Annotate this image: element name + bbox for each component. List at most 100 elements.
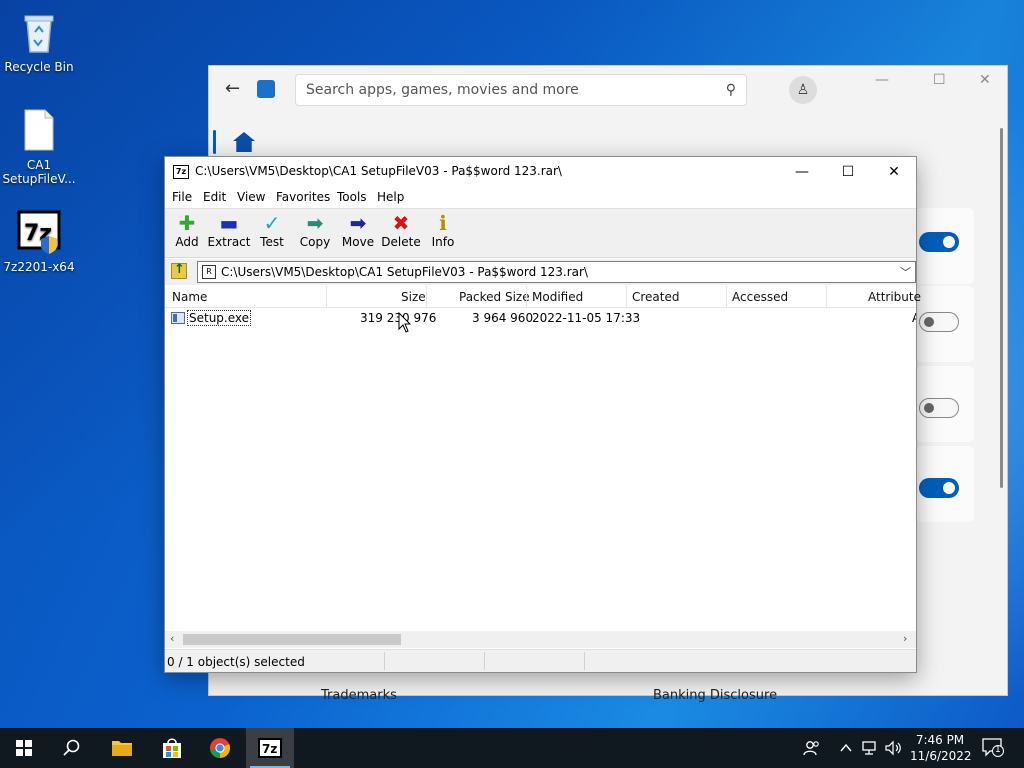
move-label: Move: [341, 235, 375, 249]
desktop-icon-ca1-setup[interactable]: CA1 SetupFileV...: [2, 106, 76, 186]
col-accessed[interactable]: Accessed: [732, 290, 788, 304]
add-label: Add: [175, 235, 199, 249]
toggle-switch-off[interactable]: [919, 312, 959, 332]
file-icon: [15, 106, 63, 154]
store-maximize-icon[interactable]: ☐: [933, 72, 946, 88]
home-icon: [233, 132, 255, 152]
mouse-cursor-icon: [398, 312, 412, 333]
file-list[interactable]: Name Size Packed Size Modified Created A…: [165, 286, 921, 631]
file-attributes: A: [912, 311, 916, 325]
desktop-icon-label: 7z2201-x64: [3, 260, 75, 274]
store-close-icon[interactable]: ✕: [979, 72, 991, 88]
maximize-button[interactable]: ☐: [825, 157, 871, 187]
7zip-window: 7z C:\Users\VM5\Desktop\CA1 SetupFileV03…: [164, 156, 921, 673]
status-text: 0 / 1 object(s) selected: [167, 655, 305, 669]
7zip-installer-icon: 7z: [15, 208, 63, 256]
clock-date: 11/6/2022: [910, 749, 972, 763]
col-name[interactable]: Name: [172, 290, 207, 304]
menu-edit[interactable]: Edit: [203, 190, 226, 204]
taskbar-search-button[interactable]: [48, 728, 96, 768]
col-attributes[interactable]: Attribute: [868, 290, 921, 304]
status-bar: 0 / 1 object(s) selected: [165, 649, 916, 672]
store-minimize-icon[interactable]: —: [875, 72, 889, 88]
move-button[interactable]: ➡ Move: [336, 211, 380, 249]
add-button[interactable]: ✚ Add: [165, 211, 209, 249]
back-arrow-icon[interactable]: ←: [225, 78, 240, 99]
chevron-down-icon[interactable]: ﹀: [900, 264, 911, 280]
desktop-icon-7zip-installer[interactable]: 7z 7z2201-x64: [2, 208, 76, 274]
title-bar[interactable]: 7z C:\Users\VM5\Desktop\CA1 SetupFileV03…: [165, 157, 916, 187]
toggle-switch-on[interactable]: [919, 478, 959, 498]
address-combobox[interactable]: R C:\Users\VM5\Desktop\CA1 SetupFileV03 …: [197, 261, 916, 283]
delete-button[interactable]: ✖ Delete: [379, 211, 423, 249]
extract-label: Extract: [207, 235, 251, 249]
account-avatar-icon[interactable]: ♙: [789, 76, 817, 104]
search-icon: [63, 739, 80, 756]
info-button[interactable]: ℹ Info: [421, 211, 465, 249]
copy-arrow-icon: ➡: [306, 211, 324, 235]
table-row[interactable]: Setup.exe 319 230 976 3 964 960 2022-11-…: [165, 308, 916, 328]
menu-view[interactable]: View: [237, 190, 265, 204]
horizontal-scrollbar[interactable]: ‹ ›: [165, 631, 916, 648]
minimize-button[interactable]: —: [779, 157, 825, 187]
windows-logo-icon: [16, 740, 32, 756]
file-name: Setup.exe: [187, 310, 252, 326]
address-path: C:\Users\VM5\Desktop\CA1 SetupFileV03 - …: [221, 265, 588, 279]
taskbar-file-explorer[interactable]: [98, 728, 146, 768]
check-icon: ✓: [263, 211, 281, 235]
footer-link-trademarks[interactable]: Trademarks: [321, 688, 397, 703]
move-arrow-icon: ➡: [349, 211, 367, 235]
menu-tools[interactable]: Tools: [337, 190, 367, 204]
search-icon[interactable]: ⚲: [726, 82, 736, 98]
menu-favorites[interactable]: Favorites: [276, 190, 330, 204]
folder-up-icon[interactable]: [171, 262, 187, 279]
menu-bar: File Edit View Favorites Tools Help: [165, 187, 916, 207]
copy-button[interactable]: ➡ Copy: [293, 211, 337, 249]
col-created[interactable]: Created: [632, 290, 680, 304]
scroll-left-icon[interactable]: ‹: [170, 632, 174, 645]
col-modified[interactable]: Modified: [532, 290, 583, 304]
toggle-switch-on[interactable]: [919, 232, 959, 252]
nav-home-indicator: [213, 130, 216, 154]
desktop-icon-recycle-bin[interactable]: Recycle Bin: [2, 8, 76, 74]
start-button[interactable]: [0, 728, 48, 768]
store-icon: [163, 738, 181, 758]
taskbar-7zip[interactable]: 7z: [246, 728, 294, 768]
store-search-input[interactable]: Search apps, games, movies and more ⚲: [295, 74, 747, 106]
footer-link-banking[interactable]: Banking Disclosure: [653, 688, 777, 703]
clock-time: 7:46 PM: [915, 733, 965, 747]
chrome-icon: [210, 738, 231, 759]
taskbar-chrome[interactable]: [196, 728, 244, 768]
store-scrollbar[interactable]: [1000, 128, 1003, 488]
folder-icon: [112, 741, 132, 756]
7zip-app-icon: 7z: [173, 165, 189, 179]
copy-label: Copy: [299, 235, 331, 249]
taskbar: 7z 7:46 PM 11/6/2022 1: [0, 728, 1024, 768]
address-bar: R C:\Users\VM5\Desktop\CA1 SetupFileV03 …: [165, 259, 916, 285]
close-button[interactable]: ✕: [871, 157, 917, 187]
file-modified: 2022-11-05 17:33: [532, 311, 641, 325]
scroll-right-icon[interactable]: ›: [903, 632, 907, 645]
file-packed-size: 3 964 960: [472, 311, 534, 325]
tray-clock[interactable]: 7:46 PM 11/6/2022: [910, 732, 972, 764]
recycle-bin-icon: [15, 8, 63, 56]
exe-file-icon: [171, 312, 185, 324]
archive-icon: R: [202, 265, 216, 279]
plus-icon: ✚: [178, 211, 196, 235]
test-button[interactable]: ✓ Test: [250, 211, 294, 249]
x-icon: ✖: [392, 211, 410, 235]
minus-icon: ▬: [219, 211, 239, 235]
menu-help[interactable]: Help: [377, 190, 404, 204]
store-search-placeholder: Search apps, games, movies and more: [306, 82, 579, 98]
info-label: Info: [431, 235, 455, 249]
toolbar: ✚ Add ▬ Extract ✓ Test ➡ Copy ➡ Move ✖ D…: [165, 208, 916, 258]
col-packed-size[interactable]: Packed Size: [459, 290, 530, 304]
col-size[interactable]: Size: [401, 290, 426, 304]
menu-file[interactable]: File: [172, 190, 192, 204]
toggle-switch-off[interactable]: [919, 398, 959, 418]
taskbar-store[interactable]: [148, 728, 196, 768]
7zip-icon: 7z: [258, 738, 282, 758]
extract-button[interactable]: ▬ Extract: [207, 211, 251, 249]
scrollbar-thumb[interactable]: [183, 634, 401, 645]
desktop-icon-label: CA1 SetupFileV...: [2, 158, 76, 186]
